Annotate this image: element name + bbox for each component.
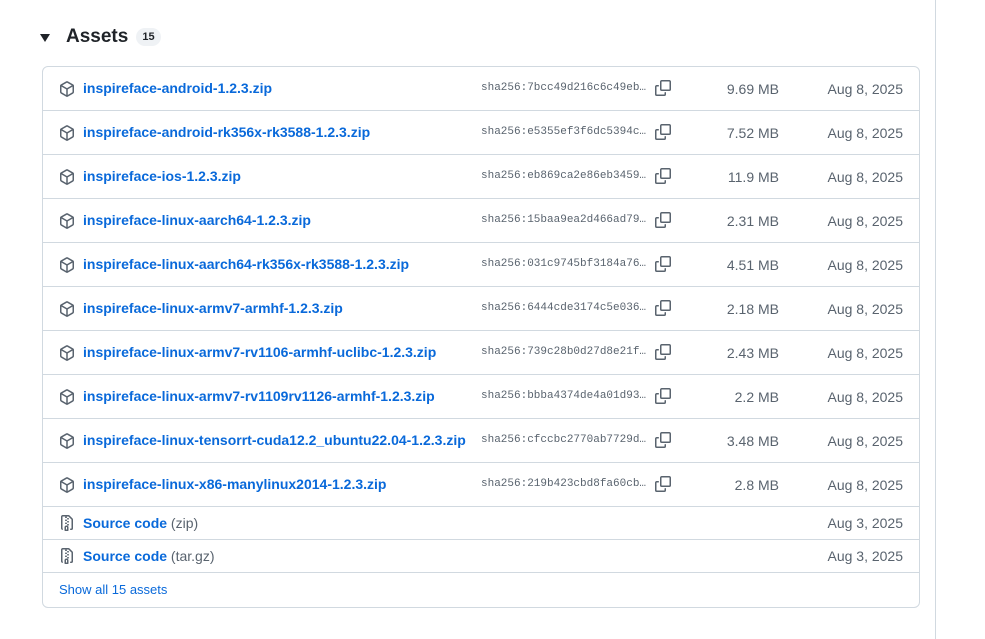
package-icon (60, 301, 74, 317)
asset-date: Aug 8, 2025 (827, 81, 903, 97)
asset-row: inspireface-linux-x86-manylinux2014-1.2.… (43, 463, 919, 507)
copy-icon[interactable] (655, 476, 671, 492)
asset-size: 11.9 MB (727, 169, 779, 185)
source-code-kind: (zip) (170, 515, 199, 531)
asset-download-link[interactable]: inspireface-ios-1.2.3.zip (83, 168, 241, 184)
package-icon (60, 433, 74, 449)
source-code-targz-link[interactable]: Source code (tar.gz) (83, 548, 215, 564)
asset-size: 9.69 MB (726, 81, 779, 97)
asset-date: Aug 8, 2025 (827, 301, 903, 317)
caret-down-icon[interactable] (40, 34, 50, 42)
asset-download-link[interactable]: inspireface-linux-aarch64-1.2.3.zip (83, 212, 311, 228)
file-zip-icon (61, 548, 73, 564)
asset-date: Aug 8, 2025 (827, 213, 903, 229)
copy-icon[interactable] (655, 432, 671, 448)
asset-download-link[interactable]: inspireface-linux-x86-manylinux2014-1.2.… (83, 476, 386, 492)
show-all-assets-link[interactable]: Show all 15 assets (59, 582, 167, 597)
asset-row: inspireface-android-1.2.3.zip sha256:7bc… (43, 67, 919, 111)
package-icon (60, 125, 74, 141)
asset-size: 2.31 MB (726, 213, 779, 229)
asset-size: 4.51 MB (726, 257, 779, 273)
asset-sha256: sha256:6444cde3174c5e036… (481, 302, 647, 314)
asset-size: 2.2 MB (734, 389, 779, 405)
source-code-zip-link[interactable]: Source code (zip) (83, 515, 198, 531)
copy-icon[interactable] (655, 344, 671, 360)
copy-icon[interactable] (655, 212, 671, 228)
asset-sha256: sha256:219b423cbd8fa60cb… (481, 478, 647, 490)
source-date: Aug 3, 2025 (827, 548, 903, 564)
source-date: Aug 3, 2025 (827, 515, 903, 531)
asset-row: inspireface-linux-aarch64-rk356x-rk3588-… (43, 243, 919, 287)
source-code-label: Source code (83, 548, 168, 564)
asset-sha256: sha256:cfccbc2770ab7729d… (481, 434, 647, 446)
asset-download-link[interactable]: inspireface-linux-armv7-armhf-1.2.3.zip (83, 300, 343, 316)
asset-date: Aug 8, 2025 (827, 125, 903, 141)
asset-sha256: sha256:bbba4374de4a01d93… (481, 390, 647, 402)
package-icon (60, 257, 74, 273)
source-code-kind: (tar.gz) (170, 548, 215, 564)
source-code-targz-row: Source code (tar.gz) Aug 3, 2025 (43, 540, 919, 573)
assets-list: inspireface-android-1.2.3.zip sha256:7bc… (42, 66, 920, 608)
source-code-zip-row: Source code (zip) Aug 3, 2025 (43, 507, 919, 540)
copy-icon[interactable] (655, 168, 671, 184)
asset-row: inspireface-linux-armv7-armhf-1.2.3.zip … (43, 287, 919, 331)
asset-sha256: sha256:e5355ef3f6dc5394c… (481, 126, 647, 138)
asset-date: Aug 8, 2025 (827, 477, 903, 493)
asset-sha256: sha256:7bcc49d216c6c49eb… (481, 82, 647, 94)
package-icon (60, 389, 74, 405)
package-icon (60, 81, 74, 97)
asset-download-link[interactable]: inspireface-android-1.2.3.zip (83, 80, 272, 96)
asset-sha256: sha256:eb869ca2e86eb3459… (481, 170, 647, 182)
package-icon (60, 213, 74, 229)
asset-size: 3.48 MB (726, 433, 779, 449)
file-zip-icon (61, 515, 73, 531)
asset-row: inspireface-linux-armv7-rv1109rv1126-arm… (43, 375, 919, 419)
asset-row: inspireface-ios-1.2.3.zip sha256:eb869ca… (43, 155, 919, 199)
asset-size: 2.8 MB (734, 477, 779, 493)
asset-date: Aug 8, 2025 (827, 433, 903, 449)
asset-sha256: sha256:15baa9ea2d466ad79… (481, 214, 647, 226)
asset-date: Aug 8, 2025 (827, 389, 903, 405)
copy-icon[interactable] (655, 300, 671, 316)
package-icon (60, 477, 74, 493)
asset-download-link[interactable]: inspireface-android-rk356x-rk3588-1.2.3.… (83, 124, 370, 140)
asset-date: Aug 8, 2025 (827, 345, 903, 361)
copy-icon[interactable] (655, 80, 671, 96)
package-icon (60, 345, 74, 361)
asset-download-link[interactable]: inspireface-linux-armv7-rv1109rv1126-arm… (83, 388, 435, 404)
show-all-row: Show all 15 assets (43, 573, 919, 606)
asset-size: 2.18 MB (726, 301, 779, 317)
package-icon (60, 169, 74, 185)
source-code-label: Source code (83, 515, 168, 531)
assets-title: Assets (66, 26, 129, 47)
asset-date: Aug 8, 2025 (827, 257, 903, 273)
asset-size: 7.52 MB (726, 125, 779, 141)
assets-toggle[interactable]: Assets 15 (40, 24, 161, 50)
asset-row: inspireface-linux-aarch64-1.2.3.zip sha2… (43, 199, 919, 243)
copy-icon[interactable] (655, 256, 671, 272)
asset-download-link[interactable]: inspireface-linux-aarch64-rk356x-rk3588-… (83, 256, 409, 272)
asset-row: inspireface-android-rk356x-rk3588-1.2.3.… (43, 111, 919, 155)
asset-download-link[interactable]: inspireface-linux-tensorrt-cuda12.2_ubun… (83, 432, 466, 448)
asset-download-link[interactable]: inspireface-linux-armv7-rv1106-armhf-ucl… (83, 344, 436, 360)
asset-sha256: sha256:031c9745bf3184a76… (481, 258, 647, 270)
copy-icon[interactable] (655, 388, 671, 404)
asset-row: inspireface-linux-armv7-rv1106-armhf-ucl… (43, 331, 919, 375)
asset-sha256: sha256:739c28b0d27d8e21f… (481, 346, 647, 358)
asset-row: inspireface-linux-tensorrt-cuda12.2_ubun… (43, 419, 919, 463)
copy-icon[interactable] (655, 124, 671, 140)
asset-date: Aug 8, 2025 (827, 169, 903, 185)
asset-size: 2.43 MB (726, 345, 779, 361)
assets-count-badge: 15 (136, 28, 161, 46)
